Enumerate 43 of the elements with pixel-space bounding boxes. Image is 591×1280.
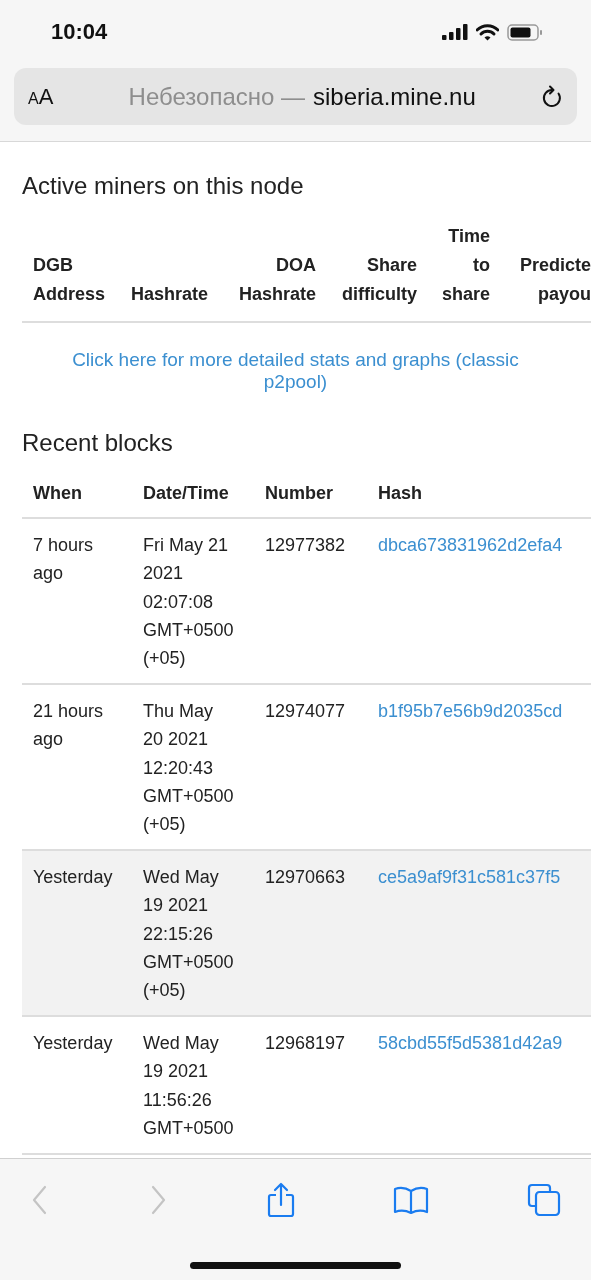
hash-link[interactable]: b1f95b7e56b9d2035cd <box>378 701 563 722</box>
stats-link[interactable]: Click here for more detailed stats and graphs (classic p2pool) <box>50 349 541 393</box>
when-cell-text: Yesterday <box>32 866 114 890</box>
signal-icon <box>442 24 468 40</box>
when-cell-text: 21 hours ago <box>32 700 105 752</box>
section-heading: Active miners on this node <box>22 171 305 201</box>
datetime-cell-text: Fri May 21 2021 02:07:08 GMT+0500 (+05) <box>142 534 235 670</box>
address-bar[interactable]: AA Небезопасно — siberia.mine.nu <box>14 68 577 125</box>
share-icon[interactable] <box>265 1182 296 1218</box>
hash-link[interactable]: 58cbd55f5d5381d42a9 <box>378 1033 563 1054</box>
clock-time: 10:04 <box>51 19 109 45</box>
column-header: Time to share <box>440 225 491 306</box>
datetime-cell-text: Thu May 20 2021 12:20:43 GMT+0500 (+05) <box>142 700 235 837</box>
column-header: Number <box>264 482 334 505</box>
text-size-button[interactable]: AA <box>28 83 54 110</box>
number-cell-text: 12977382 <box>264 534 347 558</box>
number-cell-text: 12968197 <box>264 1032 347 1056</box>
tabs-icon[interactable] <box>527 1183 561 1217</box>
column-header: Date/Time <box>142 482 230 505</box>
number-cell-text: 12970663 <box>264 866 347 890</box>
datetime-cell-text: Wed May 19 2021 22:15:26 GMT+0500 (+05) <box>142 866 235 1003</box>
column-header: DOA Hashrate <box>237 254 317 306</box>
table-row[interactable]: Yesterday Wed May 19 2021 11:56:26 GMT+0500 12968197 58cbd55f5d5381d42a9 <box>22 1017 591 1156</box>
hash-link[interactable]: dbca673831962d2efa4 <box>378 535 563 556</box>
column-header: DGB Address <box>32 254 107 306</box>
table-row[interactable]: 7 hours ago Fri May 21 2021 02:07:08 GMT+0500 (+05) 12977382 dbca673831962d2efa4 <box>22 519 591 686</box>
when-cell-text: 7 hours ago <box>32 534 95 586</box>
section-heading: Recent blocks <box>22 428 174 458</box>
column-header: When <box>32 482 83 505</box>
column-header: Hash <box>377 482 423 505</box>
url-text: siberia.mine.nu <box>313 82 476 111</box>
wifi-icon <box>476 23 499 41</box>
number-cell-text: 12974077 <box>264 700 347 724</box>
column-header: Share difficulty <box>341 254 418 306</box>
datetime-cell-text: Wed May 19 2021 11:56:26 GMT+0500 <box>142 1032 235 1140</box>
column-header: Predicte payou <box>518 254 591 306</box>
bookmarks-icon[interactable] <box>393 1185 430 1215</box>
reload-icon[interactable] <box>541 84 563 109</box>
when-cell-text: Yesterday <box>32 1032 114 1056</box>
security-label: Небезопасно — <box>128 82 305 111</box>
table-row[interactable]: Yesterday Wed May 19 2021 22:15:26 GMT+0500 (+05) 12970663 ce5a9af9f31c581c37f5 <box>22 851 591 1018</box>
battery-icon <box>507 23 543 41</box>
column-header: Hashrate <box>130 283 210 306</box>
